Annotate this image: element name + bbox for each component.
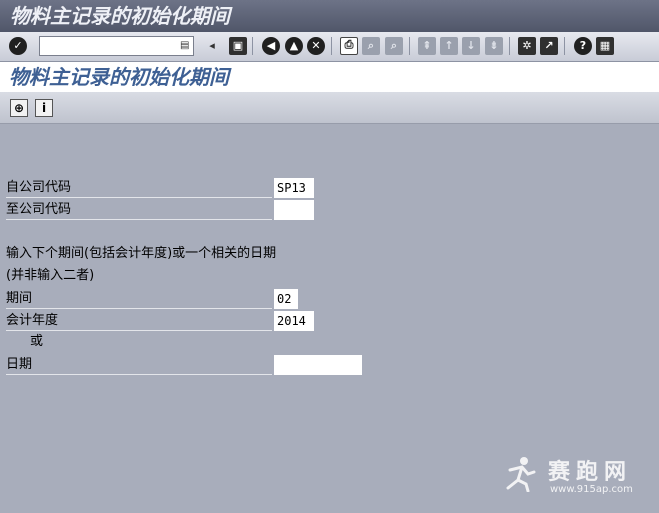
find-next-icon: ⌕: [385, 37, 403, 55]
watermark-text: 赛跑网: [548, 460, 633, 485]
watermark-url: www.915ap.com: [550, 484, 633, 495]
screen-title: 物料主记录的初始化期间: [0, 62, 659, 92]
info-icon[interactable]: i: [35, 99, 53, 117]
watermark: 赛跑网 www.915ap.com: [500, 452, 650, 502]
save-icon[interactable]: ▣: [229, 37, 247, 55]
last-page-icon: ⇟: [485, 37, 503, 55]
new-session-icon[interactable]: ✲: [518, 37, 536, 55]
first-page-icon: ⇞: [418, 37, 436, 55]
instruction-line-1: 输入下个期间(包括会计年度)或一个相关的日期: [6, 246, 277, 261]
fiscal-year-input[interactable]: 2014: [274, 311, 314, 331]
runner-logo-icon: [506, 457, 536, 492]
standard-toolbar: ✓ ▤ ◂ ▣ ◀ ▲ ✕ ⎙ ⌕ ⌕ ⇞ ↑ ↓ ⇟ ✲ ↗ ? ▦: [0, 32, 659, 62]
back-nav-icon[interactable]: ◀: [262, 37, 280, 55]
find-icon: ⌕: [362, 37, 380, 55]
date-input[interactable]: [274, 355, 362, 375]
check-icon[interactable]: ✓: [9, 37, 27, 55]
execute-icon[interactable]: ⊕: [10, 99, 28, 117]
to-company-input[interactable]: [274, 200, 314, 220]
layout-icon[interactable]: ▦: [596, 37, 614, 55]
exit-icon[interactable]: ▲: [285, 37, 303, 55]
from-company-label: 自公司代码: [6, 177, 272, 198]
dropdown-icon[interactable]: ▤: [180, 40, 190, 52]
fiscal-year-label: 会计年度: [6, 310, 272, 331]
application-toolbar: ⊕ i: [0, 92, 659, 124]
collapse-icon[interactable]: ◂: [207, 37, 217, 55]
date-label: 日期: [6, 354, 272, 375]
print-icon[interactable]: ⎙: [340, 37, 358, 55]
period-label: 期间: [6, 288, 272, 309]
next-page-icon: ↓: [462, 37, 480, 55]
shortcut-icon[interactable]: ↗: [540, 37, 558, 55]
instruction-line-2: (并非输入二者): [6, 268, 95, 283]
command-field[interactable]: ▤: [39, 36, 194, 56]
to-company-label: 至公司代码: [6, 199, 272, 220]
prev-page-icon: ↑: [440, 37, 458, 55]
from-company-input[interactable]: SP13: [274, 178, 314, 198]
cancel-icon[interactable]: ✕: [307, 37, 325, 55]
period-input[interactable]: 02: [274, 289, 298, 309]
help-icon[interactable]: ?: [574, 37, 592, 55]
or-text: 或: [30, 334, 44, 349]
window-title: 物料主记录的初始化期间: [0, 0, 659, 32]
